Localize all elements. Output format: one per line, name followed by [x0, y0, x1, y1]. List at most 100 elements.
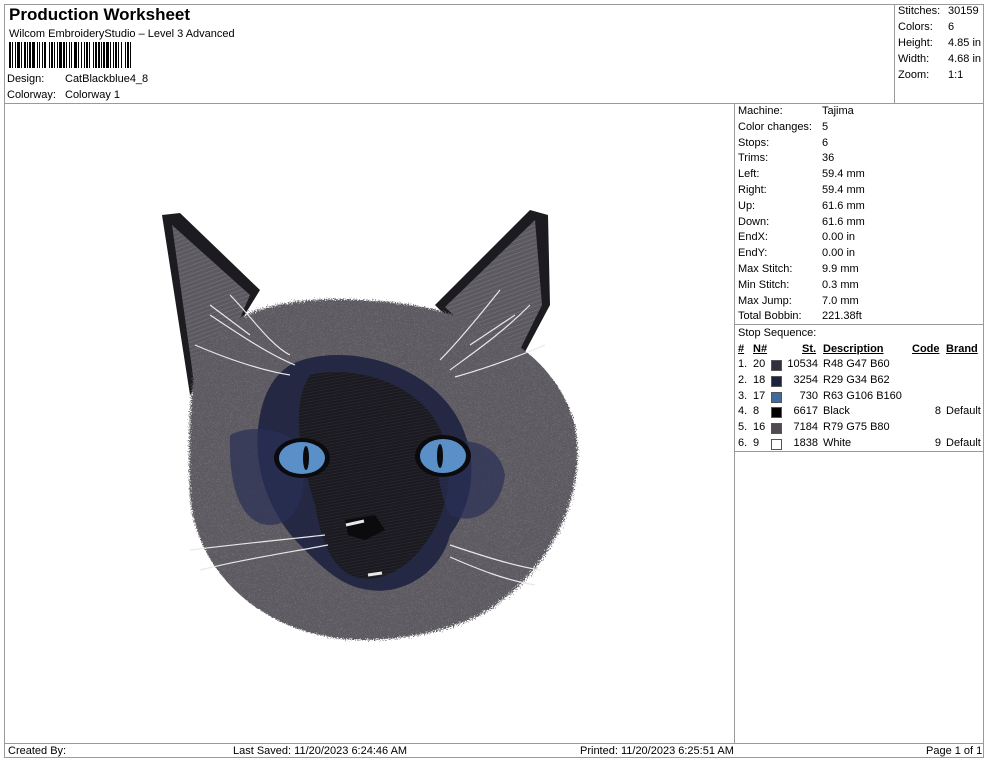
seq-stitches: 3254	[793, 373, 818, 386]
detail-label: Stops:	[738, 136, 770, 149]
seq-stitches: 1838	[793, 437, 818, 449]
detail-value: 221.38ft	[822, 310, 862, 323]
detail-value: 59.4 mm	[822, 168, 865, 181]
seq-index: 3.	[738, 389, 748, 402]
detail-label: EndY:	[738, 247, 768, 260]
header-divider	[4, 103, 984, 104]
seq-description: White	[823, 437, 852, 449]
header-description: Description	[823, 343, 884, 355]
barcode	[9, 42, 131, 68]
seq-description: R79 G75 B80	[823, 421, 890, 434]
seq-description: Black	[823, 405, 850, 418]
header-num: #	[738, 343, 745, 355]
seq-needle: 16	[753, 421, 766, 434]
detail-label: Right:	[738, 184, 767, 196]
color-swatch	[771, 423, 782, 435]
seq-brand: Default	[946, 437, 981, 449]
header-code: Code	[912, 343, 940, 355]
embroidery-preview	[162, 210, 578, 640]
colors-label: Colors:	[898, 21, 933, 33]
detail-value: 0.00 in	[822, 231, 856, 244]
color-swatch	[771, 439, 782, 450]
detail-value: 59.4 mm	[822, 184, 865, 196]
detail-label: Max Stitch:	[738, 263, 793, 275]
height-label: Height:	[898, 37, 933, 49]
width-label: Width:	[898, 53, 930, 65]
detail-label: Total Bobbin:	[738, 310, 802, 323]
detail-label: Max Jump:	[738, 294, 792, 307]
page-title: Production Worksheet	[9, 5, 191, 24]
header-needle: N#	[753, 343, 768, 355]
printed-date: Printed: 11/20/2023 6:25:51 AM	[580, 745, 734, 757]
seq-brand: Default	[946, 405, 981, 418]
seq-description: R48 G47 B60	[823, 358, 890, 370]
detail-value: 5	[822, 120, 829, 133]
color-swatch	[771, 391, 782, 403]
detail-label: Up:	[738, 199, 756, 212]
seq-stitches: 7184	[793, 421, 818, 434]
detail-value: 7.0 mm	[822, 294, 859, 307]
height-value: 4.85 in	[948, 37, 982, 49]
seq-code: 8	[934, 405, 941, 418]
zoom-value: 1:1	[948, 69, 964, 81]
header-brand: Brand	[946, 343, 978, 355]
seq-index: 4.	[738, 405, 748, 418]
seq-index: 1.	[738, 358, 748, 370]
stitches-value: 30159	[948, 5, 979, 17]
seq-needle: 8	[753, 405, 760, 418]
details-divider	[734, 103, 735, 744]
left-eye-icon	[279, 442, 325, 474]
left-pupil	[303, 446, 309, 470]
detail-value: Tajima	[822, 105, 854, 117]
detail-value: 6	[822, 136, 829, 149]
right-pupil	[437, 444, 443, 468]
width-value: 4.68 in	[948, 53, 982, 65]
design-label: Design:	[7, 73, 45, 85]
detail-label: Left:	[738, 168, 760, 181]
page-number: Page 1 of 1	[926, 745, 983, 757]
detail-label: Trims:	[738, 152, 769, 165]
detail-value: 36	[822, 152, 835, 165]
seq-index: 6.	[738, 437, 748, 449]
seq-needle: 18	[753, 373, 766, 386]
seq-needle: 20	[753, 358, 766, 370]
header-stitches: St.	[802, 343, 817, 355]
software-name: Wilcom EmbroideryStudio – Level 3 Advanc…	[9, 28, 235, 40]
detail-label: Down:	[738, 215, 770, 228]
detail-value: 0.3 mm	[822, 278, 859, 291]
seq-needle: 17	[753, 389, 766, 402]
detail-label: Machine:	[738, 105, 783, 117]
detail-label: Color changes:	[738, 120, 812, 133]
seq-description: R29 G34 B62	[823, 373, 890, 386]
colorway-label: Colorway:	[7, 89, 56, 101]
zoom-label: Zoom:	[898, 69, 930, 81]
seq-stitches: 730	[799, 389, 818, 402]
seq-stitches: 6617	[793, 405, 818, 418]
detail-value: 61.6 mm	[822, 199, 865, 212]
detail-value: 61.6 mm	[822, 215, 865, 228]
last-saved: Last Saved: 11/20/2023 6:24:46 AM	[233, 745, 408, 757]
detail-label: EndX:	[738, 231, 768, 244]
colorway-value: Colorway 1	[65, 89, 121, 101]
detail-value: 9.9 mm	[822, 263, 859, 275]
summary-divider	[894, 4, 895, 104]
seq-needle: 9	[753, 437, 760, 449]
seq-index: 5.	[738, 421, 748, 434]
details-sequence-divider	[734, 324, 984, 325]
detail-label: Min Stitch:	[738, 278, 790, 291]
color-swatch	[771, 407, 782, 419]
seq-description: R63 G106 B160	[823, 389, 902, 402]
colors-value: 6	[948, 21, 955, 33]
color-swatch	[771, 375, 782, 387]
seq-stitches: 10534	[787, 358, 818, 370]
seq-code: 9	[934, 437, 941, 449]
mouth-highlight	[367, 571, 383, 577]
footer-divider	[4, 743, 984, 744]
stitches-label: Stitches:	[898, 5, 941, 17]
detail-value: 0.00 in	[822, 247, 856, 260]
color-swatch	[771, 360, 782, 371]
created-by: Created By:	[8, 745, 67, 757]
stop-sequence-title: Stop Sequence:	[738, 327, 817, 339]
seq-index: 2.	[738, 373, 748, 386]
design-value: CatBlackblue4_8	[65, 73, 149, 85]
